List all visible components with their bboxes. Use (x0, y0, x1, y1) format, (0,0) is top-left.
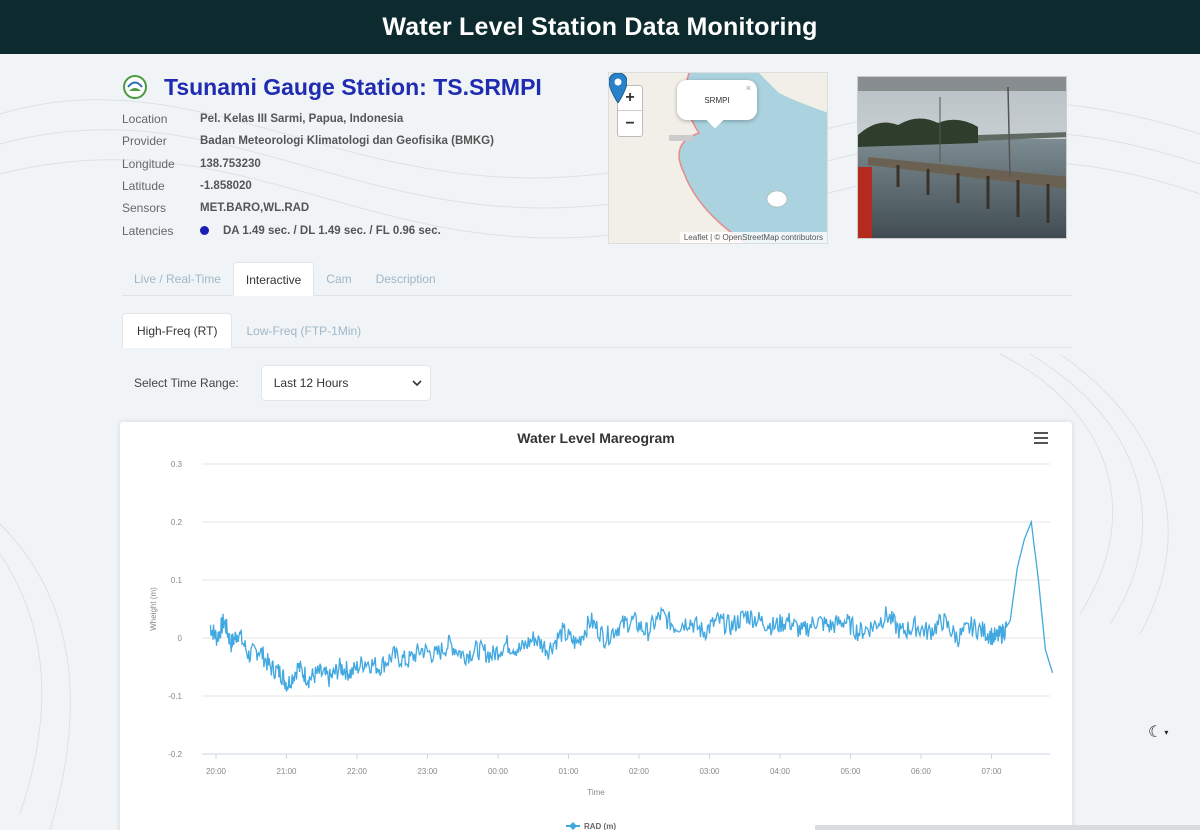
info-key: Sensors (122, 201, 167, 216)
x-tick-label: 20:00 (206, 767, 227, 776)
info-row-latitude: Latitude -1.858020 (122, 175, 592, 197)
info-value: Pel. Kelas III Sarmi, Papua, Indonesia (200, 113, 404, 126)
tab-description[interactable]: Description (364, 262, 448, 296)
tab-high-freq[interactable]: High-Freq (RT) (122, 313, 233, 348)
popup-label: SRMPI (704, 95, 730, 105)
chart-title: Water Level Mareogram (517, 430, 674, 446)
info-key: Location (122, 112, 168, 127)
info-row-sensors: Sensors MET.BARO,WL.RAD (122, 197, 592, 219)
station-camera-image (857, 76, 1067, 239)
x-tick-label: 03:00 (699, 767, 720, 776)
map-popup: SRMPI × (677, 80, 757, 129)
x-tick-label: 01:00 (558, 767, 579, 776)
x-tick-label: 06:00 (911, 767, 932, 776)
theme-toggle[interactable]: ☾ ▾ (1148, 722, 1168, 742)
tab-live-real-time[interactable]: Live / Real-Time (122, 262, 233, 296)
y-tick-label: 0.1 (171, 576, 183, 585)
tab-interactive[interactable]: Interactive (232, 262, 315, 296)
x-tick-label: 02:00 (629, 767, 650, 776)
hamburger-menu-icon[interactable] (1034, 432, 1048, 444)
tab-low-freq[interactable]: Low-Freq (FTP-1Min) (232, 313, 375, 348)
info-value: -1.858020 (200, 180, 252, 193)
x-tick-label: 00:00 (488, 767, 509, 776)
bmkg-logo-icon (123, 75, 147, 99)
x-tick-label: 22:00 (347, 767, 368, 776)
x-tick-label: 05:00 (840, 767, 861, 776)
series-line-rad (209, 519, 1054, 692)
camera-overlay-bar (858, 77, 1066, 91)
popup-close-button[interactable]: × (746, 83, 751, 93)
info-row-provider: Provider Badan Meteorologi Klimatologi d… (122, 130, 592, 152)
map-marker-icon[interactable] (609, 73, 627, 103)
x-tick-label: 23:00 (417, 767, 438, 776)
y-tick-label: 0 (178, 634, 183, 643)
legend-label: RAD (m) (584, 822, 616, 830)
time-range-control: Select Time Range: Last 12 Hours (134, 365, 431, 401)
legend-marker (569, 822, 577, 830)
chart-card: Water Level Mareogram 0.3 0.2 0.1 0 -0.1 -0.2 2… (120, 422, 1072, 830)
time-range-label: Select Time Range: (134, 376, 239, 390)
tab-cam[interactable]: Cam (314, 262, 363, 296)
info-value: Badan Meteorologi Klimatologi dan Geofis… (200, 135, 494, 148)
info-value: DA 1.49 sec. / DL 1.49 sec. / FL 0.96 se… (223, 224, 441, 237)
y-tick-label: -0.2 (168, 750, 182, 759)
station-map[interactable]: + − SRMPI × Leaflet | © OpenStreetMap co… (608, 72, 828, 244)
chevron-down-icon (412, 380, 422, 387)
x-axis-label: Time (587, 788, 605, 797)
water-level-chart: Water Level Mareogram 0.3 0.2 0.1 0 -0.1 -0.2 2… (149, 430, 1054, 830)
caret-down-icon: ▾ (1164, 727, 1169, 737)
station-title: Tsunami Gauge Station: TS.SRMPI (164, 73, 542, 100)
info-value: 138.753230 (200, 157, 261, 170)
info-key: Latencies (122, 223, 174, 238)
y-tick-label: -0.1 (168, 692, 182, 701)
page-title: Water Level Station Data Monitoring (382, 12, 818, 41)
info-key: Longitude (122, 156, 175, 171)
info-key: Latitude (122, 179, 165, 194)
y-tick-label: 0.2 (171, 518, 183, 527)
y-tick-label: 0.3 (171, 460, 183, 469)
x-tick-label: 07:00 (981, 767, 1002, 776)
main-tabs: Live / Real-Time Interactive Cam Descrip… (122, 262, 1072, 296)
time-range-select[interactable]: Last 12 Hours (260, 365, 431, 401)
y-axis-label: Wheight (m) (149, 587, 158, 631)
time-range-value: Last 12 Hours (273, 376, 349, 390)
info-row-longitude: Longitude 138.753230 (122, 153, 592, 175)
info-row-latencies: Latencies DA 1.49 sec. / DL 1.49 sec. / … (122, 219, 592, 241)
horizontal-scrollbar[interactable] (815, 825, 1200, 830)
info-row-location: Location Pel. Kelas III Sarmi, Papua, In… (122, 108, 592, 130)
moon-icon: ☾ (1148, 724, 1163, 741)
map-attribution[interactable]: Leaflet | © OpenStreetMap contributors (679, 232, 827, 243)
station-info-panel: Tsunami Gauge Station: TS.SRMPI Location… (122, 72, 592, 242)
info-value: MET.BARO,WL.RAD (200, 202, 310, 215)
zoom-out-button[interactable]: − (618, 111, 642, 136)
x-tick-label: 21:00 (276, 767, 297, 776)
frequency-tabs: High-Freq (RT) Low-Freq (FTP-1Min) (122, 313, 1072, 348)
x-tick-label: 04:00 (770, 767, 791, 776)
camera-photo (858, 77, 1066, 238)
top-header-bar: Water Level Station Data Monitoring (0, 0, 1200, 54)
info-key: Provider (122, 134, 167, 149)
latency-status-dot (200, 226, 209, 236)
